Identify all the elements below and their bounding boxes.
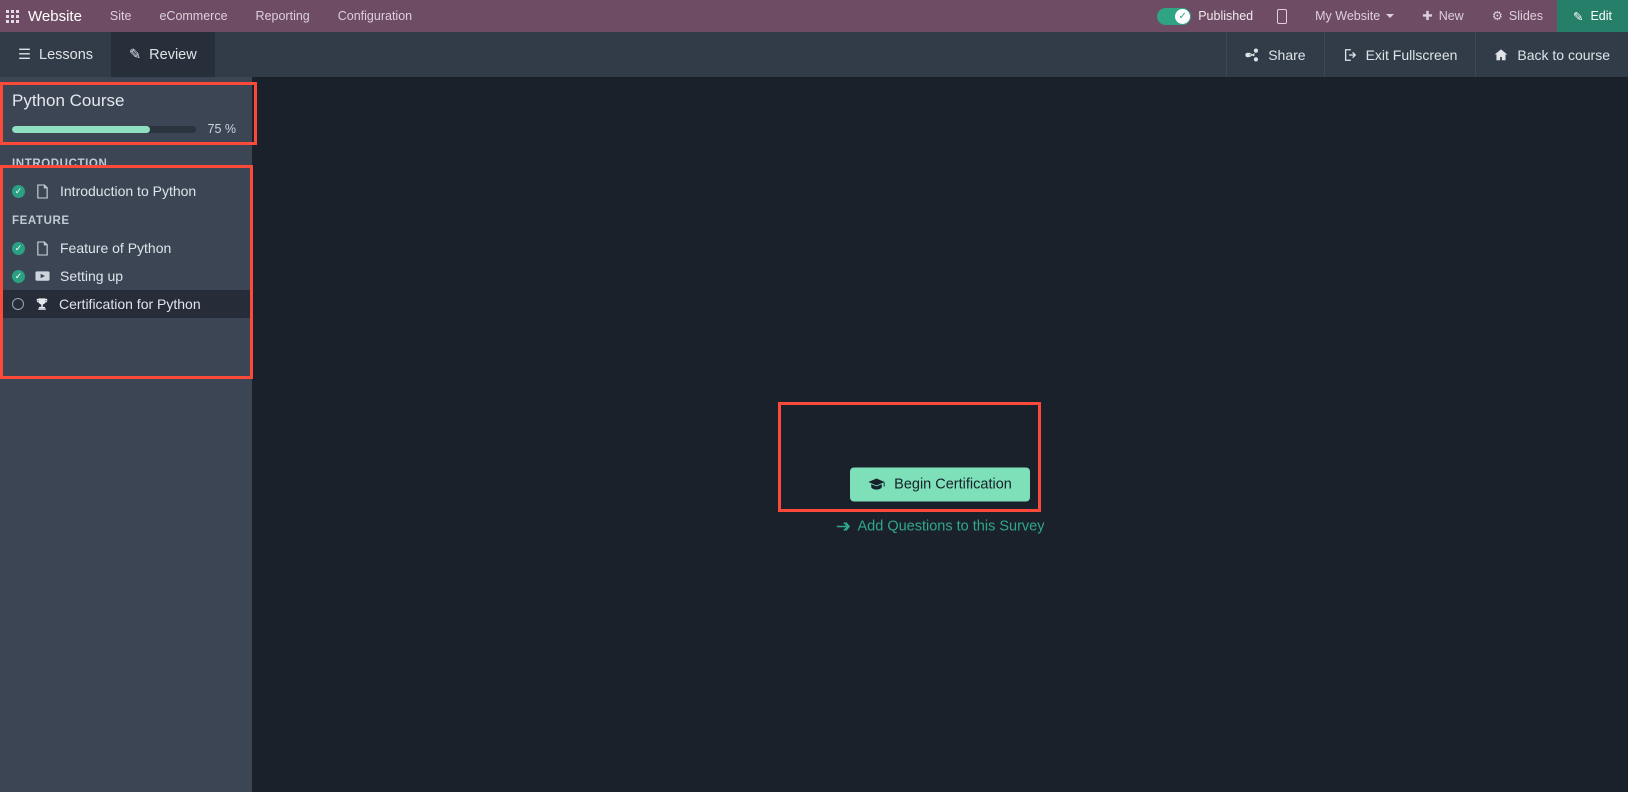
brand-label: Website <box>28 7 82 25</box>
toolbar-tabs: ☰ Lessons ✎ Review <box>0 32 215 77</box>
published-toggle[interactable]: Published <box>1149 0 1263 32</box>
begin-certification-button[interactable]: Begin Certification <box>850 467 1030 502</box>
published-switch-icon[interactable] <box>1157 7 1192 25</box>
slides-label: Slides <box>1508 9 1543 23</box>
course-progress: 75 % <box>12 122 236 136</box>
tab-lessons[interactable]: ☰ Lessons <box>0 32 111 77</box>
section-title-feature: FEATURE <box>12 215 70 227</box>
add-questions-link[interactable]: Add Questions to this Survey <box>815 519 1065 535</box>
exit-fullscreen-label: Exit Fullscreen <box>1365 46 1458 63</box>
mobile-preview-icon <box>1277 8 1288 24</box>
lesson-feature-of-python[interactable]: ✓ Feature of Python <box>0 234 252 262</box>
section-title-introduction: INTRODUCTION <box>12 158 108 170</box>
add-questions-label: Add Questions to this Survey <box>857 518 1045 535</box>
backend-navbar: Website Site eCommerce Reporting Configu… <box>0 0 1628 32</box>
share-button[interactable]: Share <box>1226 32 1323 77</box>
new-label: New <box>1438 9 1464 23</box>
begin-certification-label: Begin Certification <box>894 476 1012 493</box>
course-sidebar: Python Course 75 % INTRODUCTION ✓ Introd… <box>0 77 252 792</box>
published-label: Published <box>1198 9 1254 23</box>
completed-check-icon: ✓ <box>12 184 25 198</box>
back-to-course-button[interactable]: Back to course <box>1475 32 1628 77</box>
gear-icon: ⚙ <box>1491 9 1503 23</box>
share-icon <box>1245 48 1259 62</box>
website-selector[interactable]: My Website <box>1301 0 1408 32</box>
home-icon <box>1494 48 1508 62</box>
pencil-icon: ✎ <box>129 46 142 63</box>
tab-review[interactable]: ✎ Review <box>111 32 215 77</box>
mobile-preview-button[interactable] <box>1263 0 1301 32</box>
lesson-label: Certification for Python <box>59 296 201 312</box>
website-selector-label: My Website <box>1315 9 1381 23</box>
completed-check-icon: ✓ <box>12 269 25 283</box>
lesson-content-area: Begin Certification Add Questions to thi… <box>252 77 1628 792</box>
certification-actions: Begin Certification Add Questions to thi… <box>815 467 1065 535</box>
progress-percent-label: 75 % <box>207 122 237 136</box>
nav-menu-site[interactable]: Site <box>96 0 146 32</box>
hamburger-icon: ☰ <box>18 46 31 63</box>
brand-home-link[interactable]: Website <box>0 8 96 25</box>
graduation-cap-icon <box>868 478 885 492</box>
apps-grid-icon[interactable] <box>6 9 19 23</box>
lesson-label: Introduction to Python <box>60 183 197 199</box>
tab-lessons-label: Lessons <box>39 46 94 63</box>
lesson-label: Feature of Python <box>60 240 172 256</box>
nav-menu-reporting[interactable]: Reporting <box>242 0 324 32</box>
video-icon <box>34 270 51 282</box>
pdf-icon <box>34 183 51 199</box>
lesson-setting-up[interactable]: ✓ Setting up <box>0 262 252 290</box>
plus-icon: ✚ <box>1422 9 1433 23</box>
chevron-down-icon <box>1386 14 1395 18</box>
exit-fullscreen-button[interactable]: Exit Fullscreen <box>1323 32 1476 77</box>
trophy-icon <box>33 297 50 311</box>
back-to-course-label: Back to course <box>1517 46 1610 63</box>
edit-label: Edit <box>1590 9 1612 23</box>
pencil-icon: ✎ <box>1572 9 1584 24</box>
course-toolbar: ☰ Lessons ✎ Review Share Exit Fullscreen… <box>0 32 1628 77</box>
navbar-right-group: Published My Website ✚ New ⚙ Slides ✎ Ed… <box>1149 0 1628 32</box>
progress-track <box>12 125 196 133</box>
lesson-label: Setting up <box>60 268 124 284</box>
nav-menu-configuration[interactable]: Configuration <box>324 0 426 32</box>
tab-review-label: Review <box>149 46 197 63</box>
share-label: Share <box>1268 46 1306 63</box>
toolbar-actions: Share Exit Fullscreen Back to course <box>1226 32 1628 77</box>
course-header: Python Course 75 % <box>0 77 252 148</box>
course-title: Python Course <box>12 91 125 110</box>
lesson-introduction-to-python[interactable]: ✓ Introduction to Python <box>0 177 252 205</box>
lesson-certification-for-python[interactable]: Certification for Python <box>0 290 252 318</box>
page-stage: Python Course 75 % INTRODUCTION ✓ Introd… <box>0 77 1628 792</box>
slides-button[interactable]: ⚙ Slides <box>1478 0 1557 32</box>
completed-check-icon: ✓ <box>12 241 25 255</box>
arrow-right-icon <box>836 521 850 533</box>
incomplete-circle-icon <box>12 298 24 310</box>
exit-icon <box>1343 48 1357 62</box>
edit-button[interactable]: ✎ Edit <box>1556 0 1628 32</box>
nav-menu-ecommerce[interactable]: eCommerce <box>145 0 241 32</box>
progress-fill <box>12 125 150 133</box>
pdf-icon <box>34 240 51 256</box>
new-button[interactable]: ✚ New <box>1408 0 1478 32</box>
